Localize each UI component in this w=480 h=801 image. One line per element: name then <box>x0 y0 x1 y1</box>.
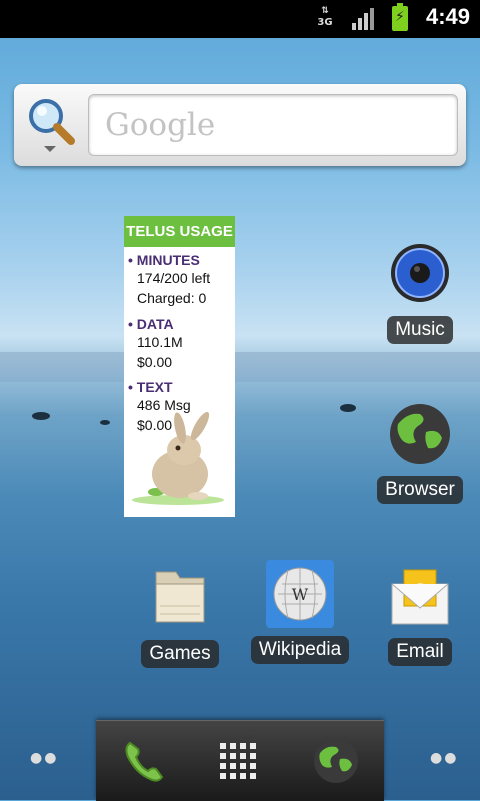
signal-bars-icon <box>352 8 376 30</box>
minutes-left: 174/200 left <box>137 270 211 286</box>
globe-icon <box>390 404 450 464</box>
dock <box>96 720 384 801</box>
telus-usage-widget[interactable]: TELUS USAGE • MINUTES 174/200 left Charg… <box>124 216 235 517</box>
data-section: • DATA 110.1M $0.00 <box>128 316 183 372</box>
minutes-heading: • MINUTES <box>128 252 200 268</box>
app-drawer-grid-icon[interactable] <box>218 741 258 781</box>
text-heading: • TEXT <box>128 379 173 395</box>
envelope-icon: @ <box>391 569 449 625</box>
games-label: Games <box>141 640 219 668</box>
magnifier-icon[interactable] <box>24 94 84 154</box>
page-indicator-right[interactable]: ●● <box>430 750 458 766</box>
page-indicator-left[interactable]: ●● <box>30 750 58 766</box>
app-wikipedia[interactable]: W Wikipedia <box>246 560 354 664</box>
clock: 4:49 <box>425 4 470 29</box>
status-bar: ⇅ 3G ⚡ 4:49 <box>0 0 480 38</box>
data-charged: $0.00 <box>137 354 173 370</box>
minutes-section: • MINUTES 174/200 left Charged: 0 <box>128 252 210 308</box>
search-input[interactable]: Google <box>88 94 458 156</box>
data-used: 110.1M <box>137 334 183 350</box>
email-label: Email <box>388 638 452 666</box>
speaker-icon <box>391 244 449 302</box>
data-heading: • DATA <box>128 316 174 332</box>
google-search-widget[interactable]: Google <box>14 84 466 166</box>
wikipedia-icon: W <box>266 560 334 628</box>
app-email[interactable]: @ Email <box>380 564 460 666</box>
wallpaper-rock <box>340 404 356 412</box>
app-music[interactable]: Music <box>380 242 460 344</box>
music-label: Music <box>387 316 453 344</box>
search-placeholder: Google <box>105 107 216 143</box>
app-browser[interactable]: Browser <box>374 402 466 504</box>
wallpaper-rock <box>100 420 110 425</box>
wallpaper-rock <box>32 412 50 420</box>
battery-charging-icon: ⚡ <box>392 3 408 31</box>
minutes-charged: Charged: 0 <box>137 290 207 306</box>
telus-widget-title: TELUS USAGE <box>124 216 235 247</box>
svg-text:W: W <box>292 585 309 604</box>
rabbit-mascot-icon <box>132 412 224 505</box>
wikipedia-label: Wikipedia <box>250 636 350 664</box>
network-3g-icon: ⇅ 3G <box>317 6 333 28</box>
phone-icon[interactable] <box>120 737 168 785</box>
app-games[interactable]: Games <box>140 566 220 668</box>
browser-label: Browser <box>377 476 463 504</box>
globe-icon[interactable] <box>312 737 360 785</box>
folder-icon <box>155 571 205 623</box>
wallpaper-horizon <box>0 352 480 382</box>
